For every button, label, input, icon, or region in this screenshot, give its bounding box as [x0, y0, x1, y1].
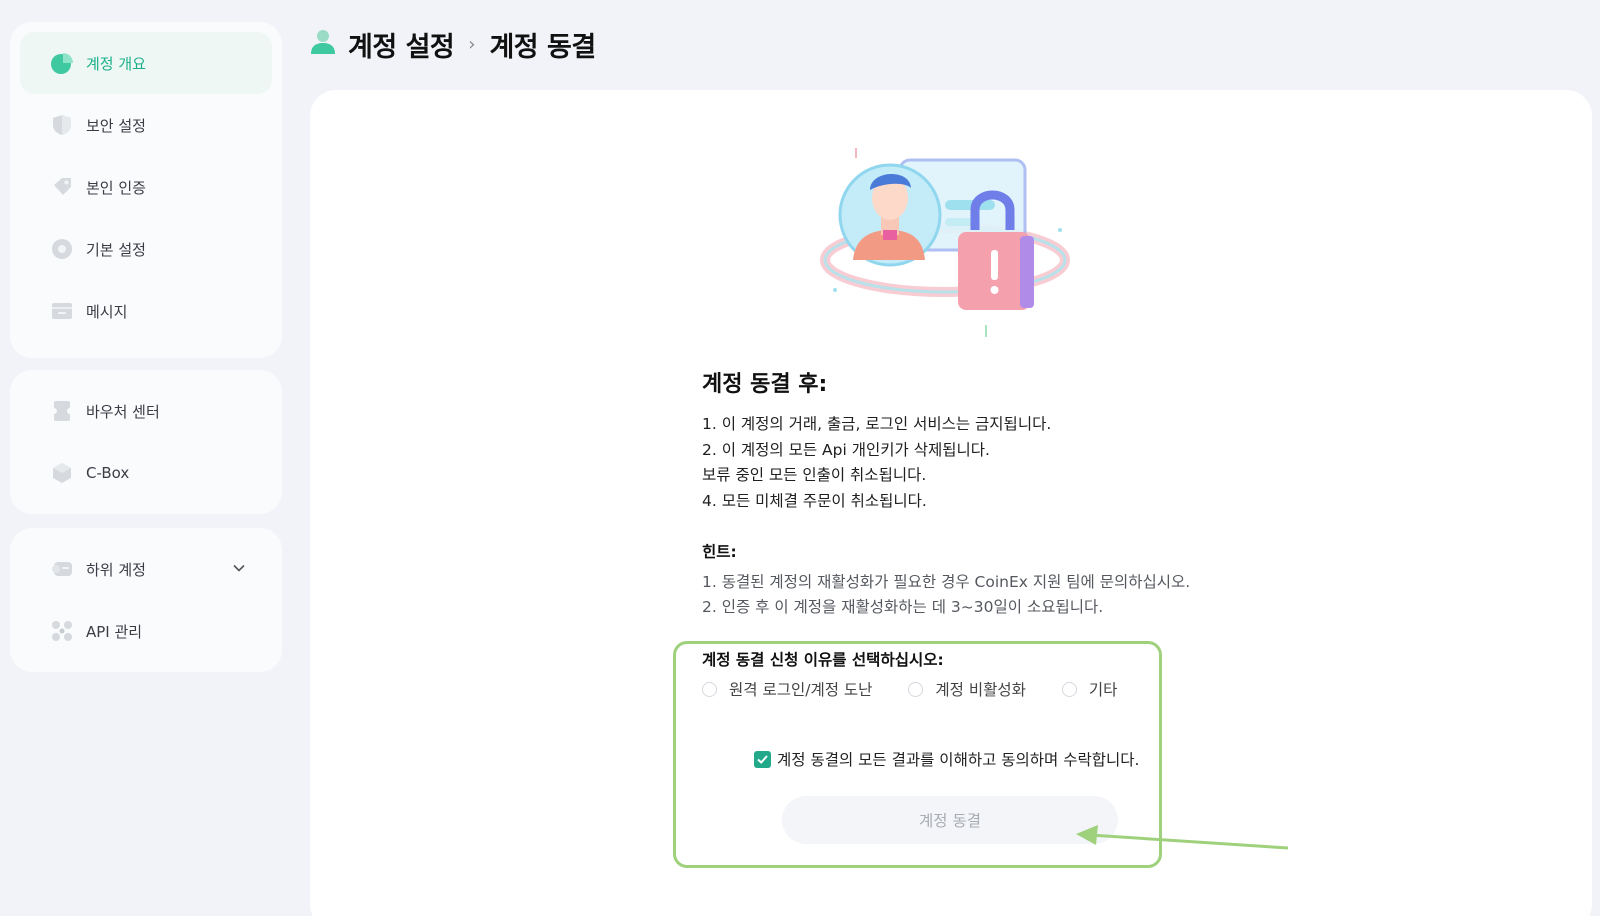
sidebar-item-api-management[interactable]: API 관리: [20, 600, 272, 662]
agree-label: 계정 동결의 모든 결과를 이해하고 동의하며 수락합니다.: [777, 751, 1140, 769]
gift-box-icon: [50, 461, 74, 485]
sidebar-item-label: C-Box: [86, 464, 130, 482]
freeze-account-button[interactable]: 계정 동결: [782, 796, 1118, 844]
list-item: 1. 이 계정의 거래, 출금, 로그인 서비스는 금지됩니다.: [702, 415, 1052, 433]
sidebar-group-rewards: 바우처 센터 C-Box: [10, 370, 282, 514]
radio-label: 기타: [1088, 681, 1118, 699]
sidebar-item-label: API 관리: [86, 622, 143, 641]
main-panel: 계정 동결 후: 1. 이 계정의 거래, 출금, 로그인 서비스는 금지됩니다…: [310, 90, 1592, 916]
agree-checkbox[interactable]: [754, 750, 771, 768]
sidebar-group-account: 계정 개요 보안 설정 본인 인증 기본 설정 메시지: [10, 22, 282, 358]
reason-radio-inactive[interactable]: 계정 비활성화: [908, 678, 1026, 700]
list-item: 2. 인증 후 이 계정을 재활성화하는 데 3~30일이 소요됩니다.: [702, 598, 1104, 616]
sidebar-item-messages[interactable]: 메시지: [20, 280, 272, 342]
page-title: 계정 동결: [489, 31, 596, 63]
radio-label: 계정 비활성화: [935, 681, 1026, 699]
radio-label: 원격 로그인/계정 도난: [729, 681, 873, 699]
list-item: 2. 이 계정의 모든 Api 개인키가 삭제됩니다.: [702, 440, 990, 459]
hint-title: 힌트:: [702, 543, 737, 561]
sidebar-item-account-overview[interactable]: 계정 개요: [20, 32, 272, 94]
breadcrumb-parent[interactable]: 계정 설정: [348, 25, 455, 64]
sidebar-item-voucher-center[interactable]: 바우처 센터: [20, 380, 272, 442]
settings-gear-icon: [50, 237, 74, 261]
pie-chart-icon: [50, 51, 74, 75]
message-card-icon: [50, 299, 74, 323]
list-item: 보류 중인 모든 인출이 취소됩니다.: [702, 466, 927, 484]
breadcrumb: 계정 설정 › 계정 동결: [310, 24, 596, 64]
list-item: 4. 모든 미체결 주문이 취소됩니다.: [702, 491, 927, 510]
api-nodes-icon: [50, 619, 74, 643]
sidebar-group-accounts: 하위 계정 API 관리: [10, 528, 282, 672]
freeze-effects-list: 1. 이 계정의 거래, 출금, 로그인 서비스는 금지됩니다. 2. 이 계정…: [702, 412, 1051, 514]
reason-radio-group: 원격 로그인/계정 도난 계정 비활성화 기타: [702, 678, 1153, 700]
breadcrumb-separator: ›: [468, 33, 476, 55]
check-icon: [757, 754, 768, 764]
sidebar-item-security[interactable]: 보안 설정: [20, 94, 272, 156]
freeze-effects-title: 계정 동결 후:: [702, 372, 828, 397]
reason-radio-stolen[interactable]: 원격 로그인/계정 도난: [702, 678, 872, 700]
sidebar-item-label: 메시지: [86, 302, 128, 321]
sidebar-item-sub-account[interactable]: 하위 계정: [20, 538, 272, 600]
sidebar-item-label: 기본 설정: [86, 240, 146, 259]
sidebar-item-cbox[interactable]: C-Box: [20, 442, 272, 504]
radio-button[interactable]: [908, 681, 924, 697]
list-item: 1. 동결된 계정의 재활성화가 필요한 경우 CoinEx 지원 팀에 문의하…: [702, 573, 1191, 591]
shield-icon: [50, 113, 74, 137]
chevron-down-icon[interactable]: [232, 560, 246, 579]
sidebar-item-label: 보안 설정: [86, 116, 146, 135]
reason-title: 계정 동결 신청 이유를 선택하십시오:: [702, 651, 944, 669]
id-tag-icon: [50, 175, 74, 199]
sidebar-item-label: 바우처 센터: [86, 402, 160, 421]
hint-list: 1. 동결된 계정의 재활성화가 필요한 경우 CoinEx 지원 팀에 문의하…: [702, 570, 1190, 620]
sidebar-item-label: 계정 개요: [86, 54, 146, 73]
radio-button[interactable]: [702, 681, 717, 697]
user-account-icon: [310, 28, 336, 60]
sidebar-item-label: 본인 인증: [86, 178, 146, 197]
sidebar-item-basic-settings[interactable]: 기본 설정: [20, 218, 272, 280]
voucher-icon: [50, 399, 74, 423]
radio-button[interactable]: [1061, 681, 1077, 697]
sub-account-icon: [50, 557, 74, 581]
locked-account-illustration: [815, 120, 1085, 340]
reason-radio-other[interactable]: 기타: [1061, 678, 1118, 700]
sidebar-item-label: 하위 계정: [86, 560, 146, 579]
sidebar-item-identity[interactable]: 본인 인증: [20, 156, 272, 218]
agree-checkbox-row[interactable]: 계정 동결의 모든 결과를 이해하고 동의하며 수락합니다.: [754, 748, 1139, 770]
